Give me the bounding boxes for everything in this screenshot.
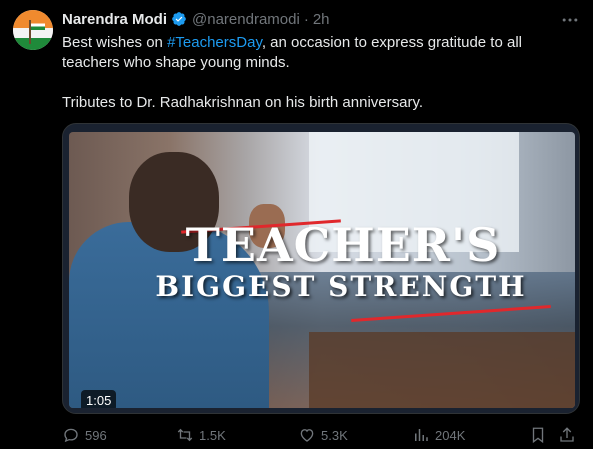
video-headline: TEACHER'S BIGGEST STRENGTH bbox=[121, 218, 561, 322]
share-icon bbox=[560, 427, 574, 442]
bookmark-button[interactable] bbox=[529, 424, 547, 446]
heart-icon bbox=[300, 429, 314, 442]
view-count: 204K bbox=[435, 427, 466, 443]
bookmark-icon bbox=[532, 427, 544, 444]
repost-button[interactable]: 1.5K bbox=[176, 424, 226, 446]
tweet-text-before: Best wishes on bbox=[62, 34, 168, 51]
like-button[interactable]: 5.3K bbox=[298, 424, 348, 446]
reply-button[interactable]: 596 bbox=[62, 424, 107, 446]
more-dots-icon[interactable] bbox=[560, 10, 580, 30]
timestamp[interactable]: 2h bbox=[313, 11, 330, 28]
video-duration: 1:05 bbox=[81, 390, 117, 408]
verified-badge-icon bbox=[172, 12, 186, 26]
tweet[interactable]: Narendra Modi @narendramodi · 2h Best wi… bbox=[0, 0, 593, 449]
tweet-paragraph-1: Best wishes on #TeachersDay, an occasion… bbox=[62, 33, 582, 73]
tweet-text: Best wishes on #TeachersDay, an occasion… bbox=[62, 33, 582, 113]
reply-icon bbox=[64, 428, 78, 443]
like-count: 5.3K bbox=[321, 427, 348, 443]
avatar-green bbox=[13, 38, 53, 50]
reply-count: 596 bbox=[85, 427, 107, 443]
share-button[interactable] bbox=[558, 424, 576, 446]
repost-count: 1.5K bbox=[199, 427, 226, 443]
video-player[interactable]: TEACHER'S BIGGEST STRENGTH 1:05 bbox=[62, 123, 580, 414]
avatar[interactable] bbox=[13, 10, 53, 50]
hashtag-link[interactable]: #TeachersDay bbox=[167, 34, 262, 51]
author-name[interactable]: Narendra Modi bbox=[62, 11, 167, 28]
headline-accent-line bbox=[351, 305, 551, 322]
views-button[interactable]: 204K bbox=[412, 424, 465, 446]
separator-dot: · bbox=[303, 10, 309, 28]
tweet-header: Narendra Modi @narendramodi · 2h bbox=[62, 9, 330, 29]
views-bar-chart-icon bbox=[415, 429, 428, 441]
repost-icon bbox=[177, 428, 193, 442]
action-bar: 596 1.5K 5.3K 204K bbox=[62, 424, 582, 446]
headline-line-1: TEACHER'S bbox=[185, 218, 501, 272]
headline-line-2: BIGGEST STRENGTH bbox=[155, 270, 527, 303]
video-frame: TEACHER'S BIGGEST STRENGTH 1:05 bbox=[69, 132, 575, 408]
tweet-paragraph-2: Tributes to Dr. Radhakrishnan on his bir… bbox=[62, 94, 424, 111]
author-handle[interactable]: @narendramodi bbox=[192, 11, 300, 28]
desks bbox=[309, 332, 575, 408]
flag-icon bbox=[31, 20, 45, 30]
